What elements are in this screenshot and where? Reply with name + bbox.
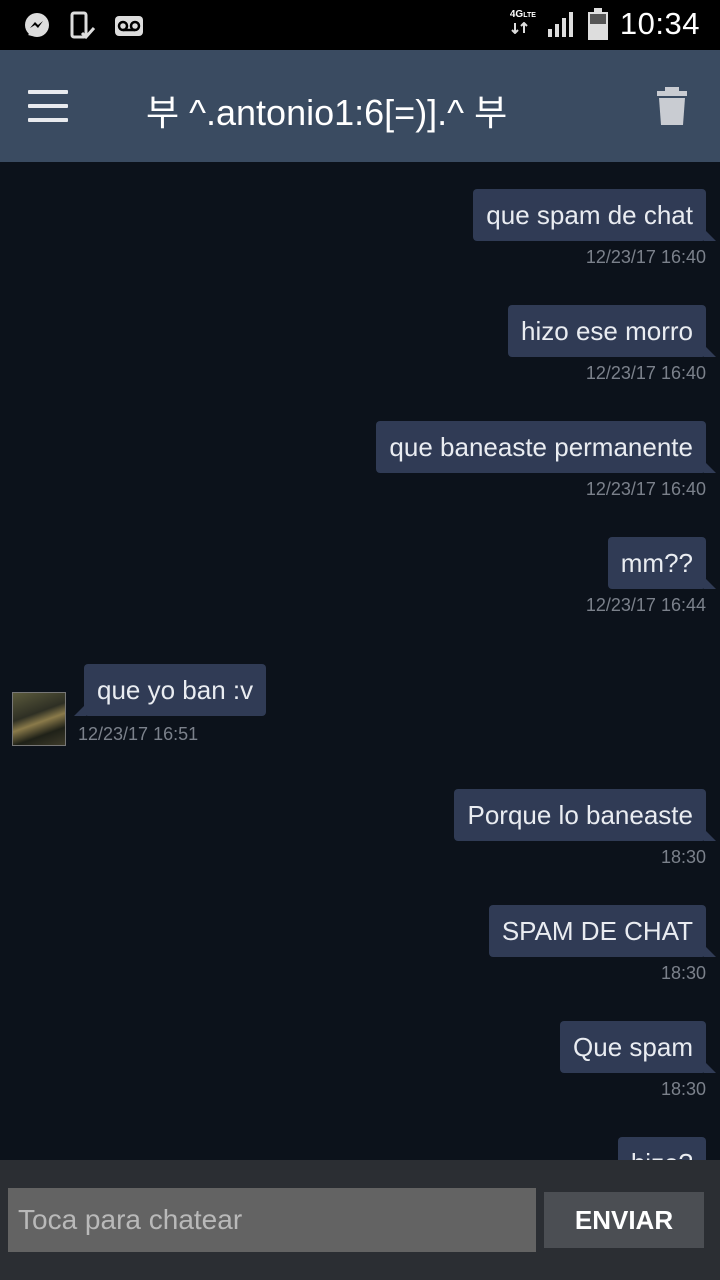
signal-icon <box>547 12 573 37</box>
message-outgoing: SPAM DE CHAT 18:30 <box>488 905 717 984</box>
network-type: 4G <box>509 8 524 20</box>
trash-icon[interactable] <box>654 86 690 126</box>
message-timestamp: 12/23/17 16:44 <box>585 595 706 615</box>
message-outgoing: Porque lo baneaste 18:30 <box>454 789 716 868</box>
message-bubble[interactable]: Que spam <box>560 1021 716 1073</box>
chat-input[interactable] <box>8 1188 536 1252</box>
message-timestamp: 12/23/17 16:40 <box>585 247 706 267</box>
chat-title: 부 ^.antonio1:6[=)].^ 부 <box>146 92 508 133</box>
message-outgoing: hizo? <box>617 1137 706 1160</box>
network-subtype: LTE <box>523 11 536 19</box>
status-bar: 4GLTE 10:34 <box>0 0 720 50</box>
avatar[interactable] <box>12 692 66 746</box>
messenger-icon <box>25 13 49 37</box>
message-bubble[interactable]: hizo ese morro <box>508 305 716 357</box>
message-timestamp: 18:30 <box>660 1079 706 1099</box>
clock: 10:34 <box>619 6 700 41</box>
message-timestamp: 12/23/17 16:40 <box>585 363 706 383</box>
message-timestamp: 18:30 <box>660 847 706 867</box>
message-timestamp: 12/23/17 16:40 <box>585 479 706 499</box>
message-incoming: que yo ban :v 12/23/17 16:51 <box>12 664 412 754</box>
network-arrows-icon <box>511 21 528 34</box>
message-timestamp: 12/23/17 16:51 <box>78 724 199 744</box>
message-bubble[interactable]: Porque lo baneaste <box>454 789 716 841</box>
message-outgoing: mm?? 12/23/17 16:44 <box>585 537 717 616</box>
hamburger-menu-icon[interactable] <box>28 90 68 122</box>
battery-icon <box>587 8 608 40</box>
message-bubble[interactable]: que spam de chat <box>473 189 716 241</box>
message-bubble[interactable]: que yo ban :v <box>73 664 267 716</box>
chat-message-list[interactable]: que spam de chat 12/23/17 16:40 hizo ese… <box>0 162 720 1160</box>
message-bubble[interactable]: que baneaste permanente <box>376 421 716 473</box>
message-timestamp: 18:30 <box>660 963 706 983</box>
network-indicator: 4GLTE <box>509 8 536 39</box>
message-bubble[interactable]: mm?? <box>607 537 717 589</box>
phone-check-icon <box>70 11 96 40</box>
input-bar: ENVIAR <box>0 1160 720 1280</box>
voicemail-icon <box>115 16 143 36</box>
message-bubble[interactable]: SPAM DE CHAT <box>488 905 717 957</box>
message-outgoing: que baneaste permanente 12/23/17 16:40 <box>376 421 716 500</box>
message-bubble[interactable]: hizo? <box>617 1137 706 1160</box>
message-outgoing: hizo ese morro 12/23/17 16:40 <box>508 305 716 384</box>
message-outgoing: Que spam 18:30 <box>560 1021 716 1100</box>
send-button[interactable]: ENVIAR <box>544 1192 704 1248</box>
message-outgoing: que spam de chat 12/23/17 16:40 <box>473 189 716 268</box>
app-bar: 부 ^.antonio1:6[=)].^ 부 <box>0 50 720 162</box>
